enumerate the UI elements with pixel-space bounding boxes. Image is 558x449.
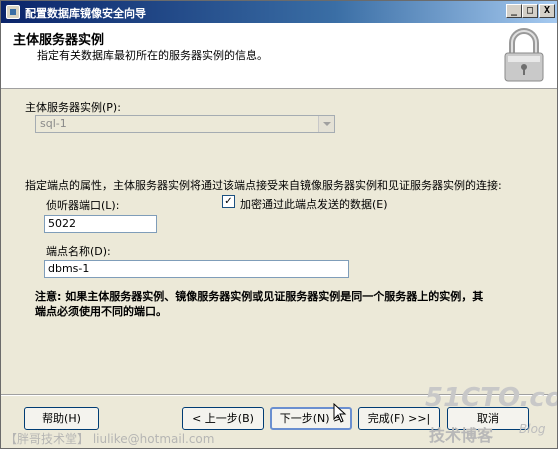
page-title: 主体服务器实例 xyxy=(13,33,105,48)
principal-server-value: sql-1 xyxy=(40,117,67,130)
chevron-down-icon[interactable] xyxy=(318,116,334,132)
watermark-blog: Blog xyxy=(519,422,546,436)
note-text: 注意: 如果主体服务器实例、镜像服务器实例或见证服务器实例是同一个服务器上的实例… xyxy=(35,289,535,319)
port-input[interactable]: 5022 xyxy=(44,215,157,233)
wizard-header: 主体服务器实例 指定有关数据库最初所在的服务器实例的信息。 xyxy=(1,23,557,89)
watermark-author: 【胖哥技术堂】 liulike@hotmail.com xyxy=(5,432,215,446)
note-line-2: 端点必须使用不同的端口。 xyxy=(35,305,167,318)
title-bar[interactable]: 配置数据库镜像安全向导 _ □ X xyxy=(1,1,557,23)
mouse-cursor-icon xyxy=(333,403,347,423)
minimize-button[interactable]: _ xyxy=(506,4,522,18)
page-subtitle: 指定有关数据库最初所在的服务器实例的信息。 xyxy=(37,49,268,62)
window-title: 配置数据库镜像安全向导 xyxy=(25,7,146,20)
endpoint-description: 指定端点的属性，主体服务器实例将通过该端点接受来自镜像服务器实例和见证服务器实例… xyxy=(25,179,502,192)
watermark-sub: 技术博客 xyxy=(429,426,494,445)
app-icon xyxy=(6,5,20,19)
help-button[interactable]: 帮助(H) xyxy=(24,407,99,430)
principal-label: 主体服务器实例(P): xyxy=(25,101,121,114)
maximize-button[interactable]: □ xyxy=(522,4,538,18)
encrypt-label: 加密通过此端点发送的数据(E) xyxy=(240,198,388,211)
close-button[interactable]: X xyxy=(539,4,555,18)
note-line-1: 注意: 如果主体服务器实例、镜像服务器实例或见证服务器实例是同一个服务器上的实例… xyxy=(35,290,484,303)
port-label: 侦听器端口(L): xyxy=(46,199,120,212)
principal-server-combo[interactable]: sql-1 xyxy=(35,115,335,133)
back-button[interactable]: < 上一步(B) xyxy=(182,407,264,430)
watermark-logo: 51CTO.com xyxy=(425,383,557,413)
lock-icon xyxy=(504,28,544,82)
endpoint-name-input[interactable]: dbms-1 xyxy=(44,260,349,278)
endpoint-name-label: 端点名称(D): xyxy=(46,245,111,258)
wizard-window: 配置数据库镜像安全向导 _ □ X 主体服务器实例 指定有关数据库最初所在的服务… xyxy=(0,0,558,449)
encrypt-checkbox[interactable]: ✓ xyxy=(222,195,235,208)
